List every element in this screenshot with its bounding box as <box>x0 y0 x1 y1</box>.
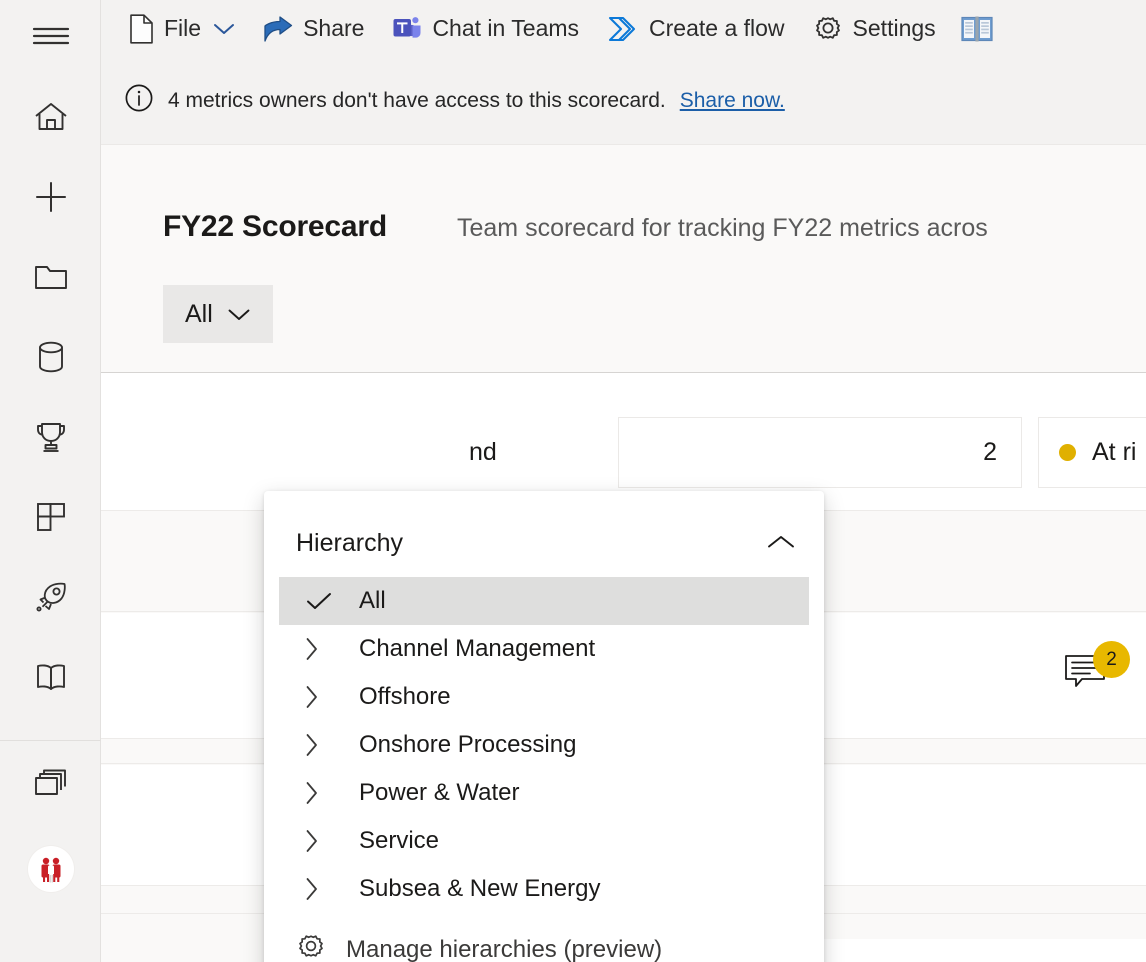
scorecard-page: FY22 Scorecard Team scorecard for tracki… <box>101 146 1146 962</box>
hierarchy-item-offshore[interactable]: Offshore <box>264 673 824 721</box>
comment-count-badge: 2 <box>1093 641 1130 678</box>
chevron-down-icon <box>213 22 235 36</box>
sidebar-item-hamburger-menu[interactable] <box>0 5 101 67</box>
apps-grid-icon <box>35 501 67 533</box>
metric-name: nd <box>469 438 497 467</box>
chevron-up-icon[interactable] <box>766 529 796 558</box>
checkmark-icon <box>279 591 359 611</box>
file-menu-button[interactable]: File <box>119 9 245 49</box>
chevron-right-icon[interactable] <box>264 876 359 902</box>
sidebar-item-workspaces[interactable] <box>0 754 101 816</box>
power-automate-icon <box>607 15 639 43</box>
scorecard-header: FY22 Scorecard Team scorecard for tracki… <box>163 210 988 244</box>
chevron-right-icon[interactable] <box>264 780 359 806</box>
info-icon <box>124 83 154 119</box>
hamburger-icon <box>31 21 71 51</box>
manage-hierarchies-button[interactable]: Manage hierarchies (preview) <box>264 922 824 962</box>
hierarchy-item-service[interactable]: Service <box>264 817 824 865</box>
book-icon <box>34 662 68 692</box>
share-label: Share <box>303 15 364 42</box>
chevron-right-icon[interactable] <box>264 636 359 662</box>
hierarchy-item-label: All <box>359 587 386 615</box>
status-card[interactable]: At ri <box>1038 417 1146 488</box>
page-title: FY22 Scorecard <box>163 210 387 244</box>
manage-hierarchies-label: Manage hierarchies (preview) <box>346 936 662 962</box>
metric-count: 2 <box>983 438 997 467</box>
sidebar-item-data-hub[interactable] <box>0 326 101 388</box>
file-icon <box>129 14 154 44</box>
chevron-right-icon[interactable] <box>264 828 359 854</box>
chevron-down-icon <box>227 300 251 329</box>
plus-icon <box>34 180 68 214</box>
home-icon <box>33 100 69 134</box>
comment-icon <box>1064 682 1112 699</box>
command-bar: File Share <box>101 0 1146 57</box>
hierarchy-item-label: Power & Water <box>359 779 520 807</box>
book-open-icon <box>960 14 994 44</box>
people-avatar-icon <box>28 846 74 892</box>
notification-message: 4 metrics owners don't have access to th… <box>168 89 666 113</box>
chat-in-teams-button[interactable]: Chat in Teams <box>382 9 589 49</box>
hierarchy-item-subsea-and-new-energy[interactable]: Subsea & New Energy <box>264 865 824 913</box>
hierarchy-item-label: Service <box>359 827 439 855</box>
settings-button[interactable]: Settings <box>803 9 946 49</box>
hierarchy-item-label: Channel Management <box>359 635 595 663</box>
page-subtitle: Team scorecard for tracking FY22 metrics… <box>457 214 988 243</box>
hierarchy-item-all[interactable]: All <box>279 577 809 625</box>
sidebar-item-learn[interactable] <box>0 646 101 708</box>
sidebar-item-goals[interactable] <box>0 406 101 468</box>
sidebar-item-deployment-pipelines[interactable] <box>0 566 101 628</box>
metric-count-card[interactable]: nd 2 <box>618 417 1022 488</box>
hierarchy-item-label: Subsea & New Energy <box>359 875 600 903</box>
sidebar-item-home[interactable] <box>0 86 101 148</box>
workspaces-stack-icon <box>33 769 69 801</box>
hierarchy-item-label: Offshore <box>359 683 451 711</box>
sidebar-item-apps[interactable] <box>0 486 101 548</box>
reading-view-button[interactable] <box>954 9 1000 49</box>
hierarchy-panel-title: Hierarchy <box>296 529 403 558</box>
hierarchy-dropdown-panel: Hierarchy All <box>264 491 824 962</box>
rail-divider <box>0 740 101 741</box>
database-icon <box>36 340 66 374</box>
share-icon <box>263 15 293 43</box>
sidebar-item-workspace-avatar[interactable] <box>0 838 101 900</box>
file-menu-label: File <box>164 15 201 42</box>
hierarchy-item-list: All Channel Management <box>264 577 824 913</box>
hierarchy-panel-header[interactable]: Hierarchy <box>264 511 824 576</box>
share-now-link[interactable]: Share now. <box>680 89 785 113</box>
create-a-flow-button[interactable]: Create a flow <box>597 9 795 49</box>
rocket-icon <box>34 580 68 614</box>
hierarchy-filter-label: All <box>185 300 213 329</box>
status-dot-at-risk <box>1059 444 1076 461</box>
sidebar-item-create[interactable] <box>0 166 101 228</box>
chevron-right-icon[interactable] <box>264 732 359 758</box>
comment-indicator[interactable]: 2 <box>1064 653 1124 705</box>
hierarchy-item-onshore-processing[interactable]: Onshore Processing <box>264 721 824 769</box>
teams-icon <box>392 15 422 43</box>
chevron-right-icon[interactable] <box>264 684 359 710</box>
left-nav-rail <box>0 0 101 962</box>
share-button[interactable]: Share <box>253 9 374 49</box>
status-badge: At ri <box>1092 438 1136 467</box>
hierarchy-filter-button[interactable]: All <box>163 285 273 343</box>
gear-icon <box>813 14 843 44</box>
hierarchy-item-power-and-water[interactable]: Power & Water <box>264 769 824 817</box>
gear-icon <box>296 932 326 962</box>
hierarchy-item-label: Onshore Processing <box>359 731 576 759</box>
chat-in-teams-label: Chat in Teams <box>432 15 579 42</box>
folder-icon <box>33 262 69 292</box>
sidebar-item-browse[interactable] <box>0 246 101 308</box>
notification-bar: 4 metrics owners don't have access to th… <box>101 57 1146 145</box>
settings-label: Settings <box>853 15 936 42</box>
create-a-flow-label: Create a flow <box>649 15 785 42</box>
trophy-icon <box>34 420 68 454</box>
hierarchy-item-channel-management[interactable]: Channel Management <box>264 625 824 673</box>
